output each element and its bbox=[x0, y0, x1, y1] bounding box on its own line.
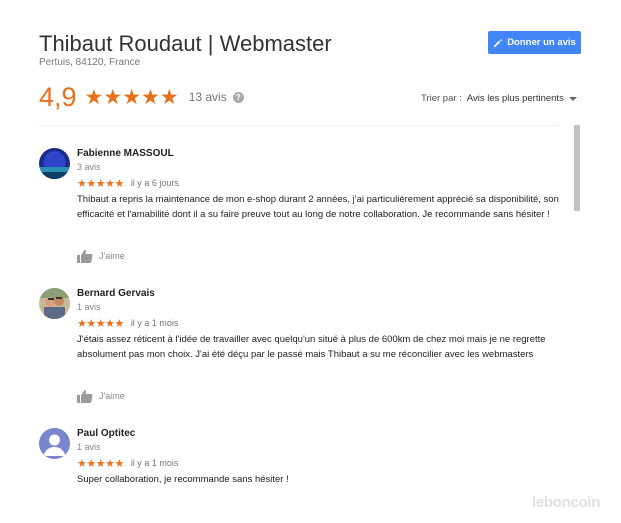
average-score: 4,9 bbox=[39, 81, 77, 112]
sort-value: Avis les plus pertinents bbox=[466, 93, 564, 104]
review-item: Bernard Gervais 1 avis ★★★★★ il y a 1 mo… bbox=[39, 288, 559, 408]
avatar[interactable] bbox=[39, 288, 70, 319]
like-label: J'aime bbox=[99, 251, 125, 261]
write-review-button[interactable]: Donner un avis bbox=[488, 31, 581, 54]
review-text: Thibaut a repris la maintenance de mon e… bbox=[77, 194, 559, 220]
write-review-label: Donner un avis bbox=[507, 37, 576, 48]
review-item: Paul Optitec 1 avis ★★★★★ il y a 1 mois … bbox=[39, 428, 559, 498]
review-text: Super collaboration, je recommande sans … bbox=[77, 474, 289, 485]
reviewer-name[interactable]: Paul Optitec bbox=[77, 428, 567, 439]
sort-label: Trier par : bbox=[421, 93, 462, 104]
sort-dropdown[interactable]: Trier par : Avis les plus pertinents bbox=[421, 93, 577, 104]
review-stars: ★★★★★ bbox=[77, 177, 124, 190]
watermark-logo: leboncoin bbox=[532, 494, 601, 511]
review-text: J'étais assez réticent à l'idée de trava… bbox=[77, 334, 546, 360]
business-title: Thibaut Roudaut | Webmaster bbox=[39, 31, 332, 56]
pencil-icon bbox=[494, 38, 503, 47]
avatar[interactable] bbox=[39, 148, 70, 179]
thumbs-up-icon bbox=[77, 250, 93, 263]
scrollbar[interactable] bbox=[574, 125, 580, 211]
rating-summary: 4,9 ★★★★★ 13 avis ? bbox=[39, 80, 244, 114]
review-date: il y a 1 mois bbox=[130, 458, 179, 468]
reviewer-name[interactable]: Bernard Gervais bbox=[77, 288, 567, 299]
help-icon[interactable]: ? bbox=[232, 91, 244, 103]
like-label: J'aime bbox=[99, 391, 125, 401]
review-date: il y a 6 jours bbox=[130, 178, 179, 188]
divider bbox=[39, 125, 559, 126]
reviewer-meta: 3 avis bbox=[77, 162, 101, 172]
like-button[interactable]: J'aime bbox=[77, 249, 125, 263]
review-count[interactable]: 13 avis bbox=[189, 90, 227, 104]
thumbs-up-icon bbox=[77, 390, 93, 403]
business-address: Pertuis, 84120, France bbox=[39, 57, 141, 68]
reviewer-name[interactable]: Fabienne MASSOUL bbox=[77, 148, 567, 159]
reviewer-meta: 1 avis bbox=[77, 442, 101, 452]
review-stars: ★★★★★ bbox=[77, 317, 124, 330]
average-stars: ★★★★★ bbox=[84, 85, 179, 109]
review-item: Fabienne MASSOUL 3 avis ★★★★★ il y a 6 j… bbox=[39, 148, 559, 268]
review-stars: ★★★★★ bbox=[77, 457, 124, 470]
review-date: il y a 1 mois bbox=[130, 318, 179, 328]
chevron-down-icon bbox=[568, 96, 577, 101]
avatar[interactable] bbox=[39, 428, 70, 459]
like-button[interactable]: J'aime bbox=[77, 389, 125, 403]
reviewer-meta: 1 avis bbox=[77, 302, 101, 312]
